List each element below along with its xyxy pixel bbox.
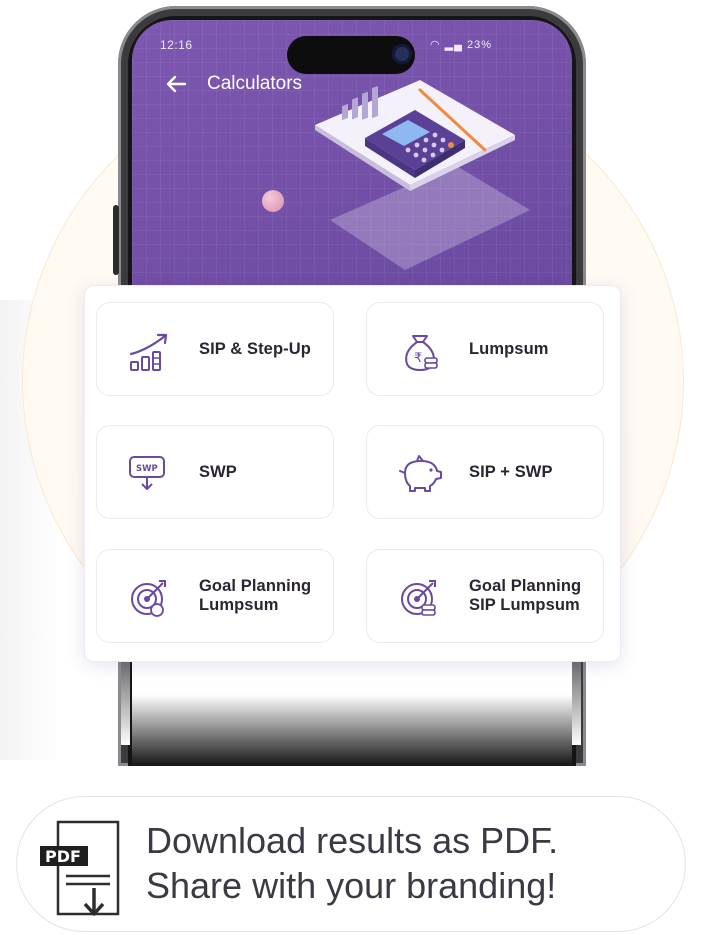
calc-tile-label: SIP + SWP	[469, 462, 553, 481]
goal-target-coins-icon	[401, 580, 436, 616]
phone-edge-right	[572, 660, 581, 745]
svg-text:SWP: SWP	[136, 464, 158, 474]
goal-target-icon	[131, 580, 166, 617]
calc-tile-label: Goal Planning SIP Lumpsum	[469, 577, 582, 614]
calc-tile-goal-planning-lumpsum[interactable]: Goal Planning Lumpsum	[96, 549, 334, 643]
calc-tile-sip-step-up[interactable]: SIP & Step-Up	[96, 302, 334, 396]
money-bag-icon: ₹	[405, 335, 438, 372]
calc-tile-label: Lumpsum	[469, 339, 549, 358]
pdf-promo-text: Download results as PDF. Share with your…	[146, 818, 558, 908]
phone-edge-left	[121, 660, 130, 745]
pdf-badge: PDF	[45, 847, 81, 866]
decorative-dot	[262, 190, 284, 212]
pdf-download-icon: PDF	[40, 820, 120, 916]
pdf-promo-line-1: Download results as PDF.	[146, 820, 559, 861]
camera-icon	[392, 44, 412, 64]
status-time: 12:16	[160, 38, 193, 52]
phone-side-button	[113, 205, 119, 275]
signal-icon: ▂▄	[444, 39, 463, 51]
calculator-illustration	[315, 80, 530, 270]
battery-level: 23%	[467, 39, 493, 51]
calc-tile-label: SIP & Step-Up	[199, 339, 311, 358]
growth-chart-icon	[129, 333, 168, 371]
calc-tile-sip-swp[interactable]: SIP + SWP	[366, 425, 604, 519]
svg-text:₹: ₹	[414, 351, 422, 366]
calc-tile-lumpsum[interactable]: ₹ Lumpsum	[366, 302, 604, 396]
wifi-icon: ◠	[430, 39, 441, 51]
calc-tile-label: SWP	[199, 462, 237, 481]
calc-tile-goal-planning-sip-lumpsum[interactable]: Goal Planning SIP Lumpsum	[366, 549, 604, 643]
piggy-bank-icon	[399, 455, 442, 492]
status-icons: ◠ ▂▄ 23%	[430, 38, 492, 51]
page-title: Calculators	[207, 73, 303, 94]
back-arrow-icon[interactable]	[163, 70, 191, 98]
calc-tile-swp[interactable]: SWP SWP	[96, 425, 334, 519]
swp-icon: SWP	[129, 456, 165, 490]
pdf-promo-line-2: Share with your branding!	[146, 865, 557, 906]
calc-tile-label: Goal Planning Lumpsum	[199, 577, 312, 614]
